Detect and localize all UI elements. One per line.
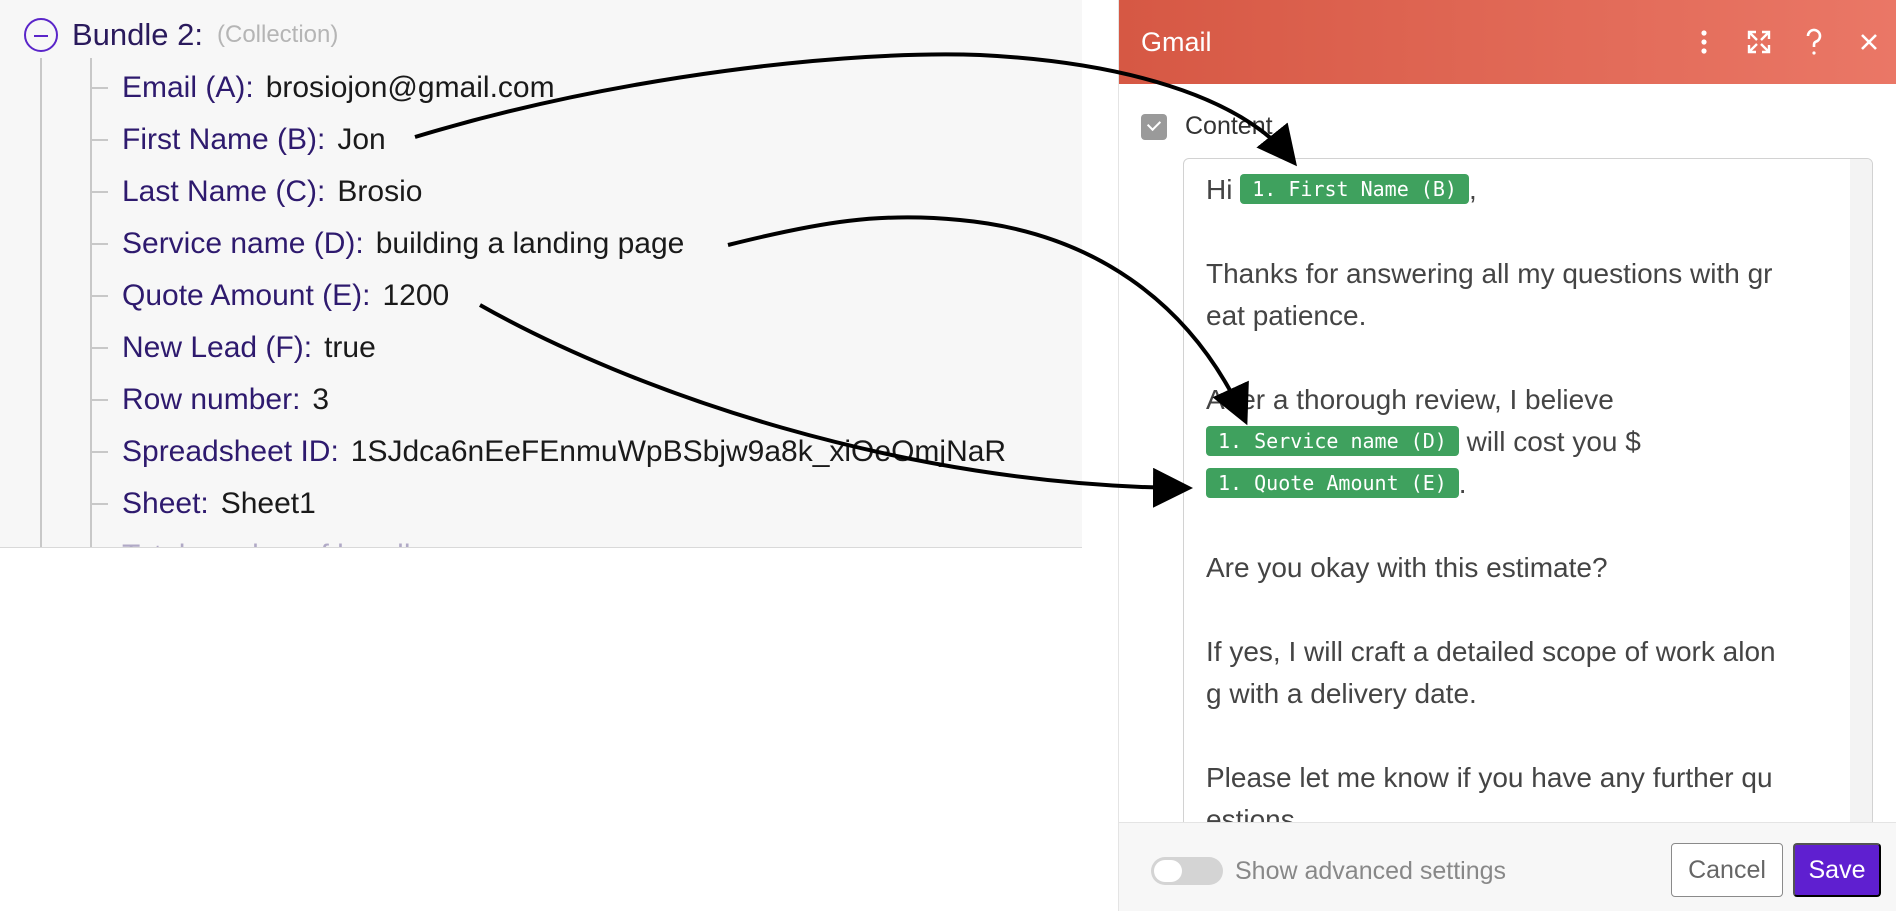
field-key: Row number: [122,383,301,416]
field-key: Spreadsheet ID: [122,435,339,468]
field-value: 1SJdca6nEeFEnmuWpBSbjw9a8k_xiOeOmjNaR [350,435,1007,468]
tree-branch [90,139,108,141]
editor-line-greeting: Hi 1. First Name (B), [1206,169,1836,211]
field-value: true [324,331,376,364]
tree-branch [90,191,108,193]
field-row-spreadsheet-id: Spreadsheet ID: 1SJdca6nEeFEnmuWpBSbjw9a… [90,426,1006,478]
tree-line-outer [40,58,42,547]
screen-root: Bundle 2: (Collection) Email (A): brosio… [0,0,1896,911]
content-label: Content [1185,112,1273,140]
field-row-sheet: Sheet: Sheet1 [90,478,316,530]
editor-line-quote: 1. Quote Amount (E). [1206,463,1836,505]
help-icon[interactable] [1786,0,1841,84]
mapped-pill-quote-amount[interactable]: 1. Quote Amount (E) [1206,468,1459,498]
tree-branch [90,243,108,245]
field-value: building a landing page [375,227,685,260]
editor-text[interactable]: Hi 1. First Name (B), Thanks for answeri… [1206,169,1836,827]
tree-branch [90,295,108,297]
editor-blank-line [1206,505,1836,547]
editor-line: Are you okay with this estimate? [1206,552,1608,583]
field-row-partial: Total number of bundles [90,530,442,547]
text-period: . [1458,468,1467,499]
bundle-title: Bundle 2: [72,17,203,52]
bundle-header[interactable]: Bundle 2: (Collection) [24,14,338,56]
bundle-type-label: (Collection) [217,21,339,48]
field-value: 1200 [382,279,450,312]
tree-branch [90,87,108,89]
tree-branch [90,451,108,453]
field-key: Quote Amount (E): [122,279,371,312]
mapped-pill-first-name[interactable]: 1. First Name (B) [1240,174,1469,204]
editor-blank-line [1206,337,1836,379]
field-value: Brosio [337,175,423,208]
field-key: Service name (D): [122,227,364,260]
bundle-output-panel: Bundle 2: (Collection) Email (A): brosio… [0,0,1082,548]
editor-blank-line [1206,715,1836,757]
field-value: 3 [312,383,330,416]
close-icon[interactable] [1841,0,1896,84]
tree-branch [90,503,108,505]
tree-branch [90,399,108,401]
editor-line: After a thorough review, I believe [1206,384,1614,415]
field-value: Jon [337,123,386,156]
advanced-settings-label[interactable]: Show advanced settings [1235,857,1506,886]
field-key: First Name (B): [122,123,326,156]
editor-blank-line [1206,589,1836,631]
editor-line: If yes, I will craft a detailed scope of… [1206,636,1776,667]
field-row-email: Email (A): brosiojon@gmail.com [90,62,555,114]
content-checkbox-icon[interactable] [1141,113,1167,140]
editor-line: g with a delivery date. [1206,678,1477,709]
cancel-button[interactable]: Cancel [1671,843,1783,897]
field-row-first-name: First Name (B): Jon [90,114,386,166]
toggle-knob [1154,860,1182,882]
mapped-pill-service-name[interactable]: 1. Service name (D) [1206,426,1459,456]
field-key: New Lead (F): [122,331,313,364]
editor-line: Please let me know if you have any furth… [1206,762,1773,793]
header-actions [1676,0,1896,84]
field-value: Sheet1 [220,487,316,520]
field-row-row-number: Row number: 3 [90,374,329,426]
editor-line: eat patience. [1206,300,1367,331]
advanced-settings-toggle[interactable] [1151,857,1223,885]
panel-footer: Show advanced settings Cancel Save [1119,822,1896,911]
gmail-header: Gmail [1119,0,1896,84]
content-field-header[interactable]: Content [1141,112,1273,141]
field-key: Sheet: [122,487,209,520]
save-button[interactable]: Save [1793,843,1881,897]
field-value: brosiojon@gmail.com [265,71,555,104]
field-key: Last Name (C): [122,175,326,208]
text-cost: will cost you $ [1466,426,1641,457]
text-greeting: Hi [1206,174,1233,205]
editor-scrollbar[interactable] [1850,159,1872,827]
text-comma: , [1468,174,1477,205]
field-key: Total number of bundles [122,539,442,547]
editor-blank-line [1206,211,1836,253]
field-row-service-name: Service name (D): building a landing pag… [90,218,684,270]
expand-icon[interactable] [1731,0,1786,84]
gmail-title: Gmail [1141,26,1212,57]
collapse-minus-icon[interactable] [24,18,58,52]
gmail-module-panel: Gmail Content Hi 1. First Name (B) , Tha… [1118,0,1896,911]
field-row-new-lead: New Lead (F): true [90,322,376,374]
field-key: Email (A): [122,71,254,104]
editor-line: Thanks for answering all my questions wi… [1206,258,1773,289]
field-row-last-name: Last Name (C): Brosio [90,166,422,218]
content-editor[interactable]: Hi 1. First Name (B), Thanks for answeri… [1183,158,1873,828]
more-vertical-icon[interactable] [1676,0,1731,84]
field-row-quote-amount: Quote Amount (E): 1200 [90,270,449,322]
tree-branch [90,347,108,349]
editor-line-service: 1. Service name (D) will cost you $ [1206,421,1836,463]
